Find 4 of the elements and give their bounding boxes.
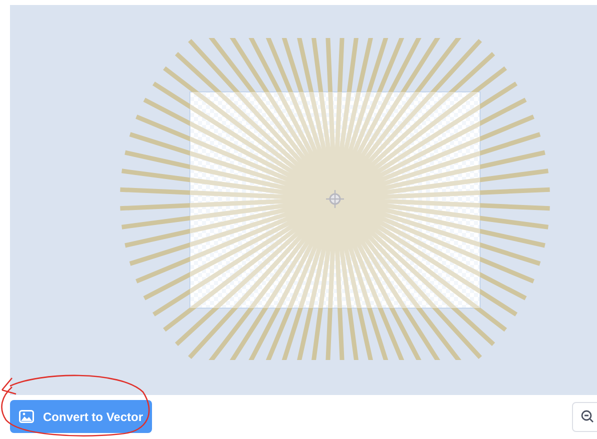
convert-to-vector-button[interactable]: Convert to Vector [10,400,152,433]
zoom-out-button[interactable] [572,402,597,432]
image-icon [19,410,34,423]
zoom-out-icon [580,410,594,423]
